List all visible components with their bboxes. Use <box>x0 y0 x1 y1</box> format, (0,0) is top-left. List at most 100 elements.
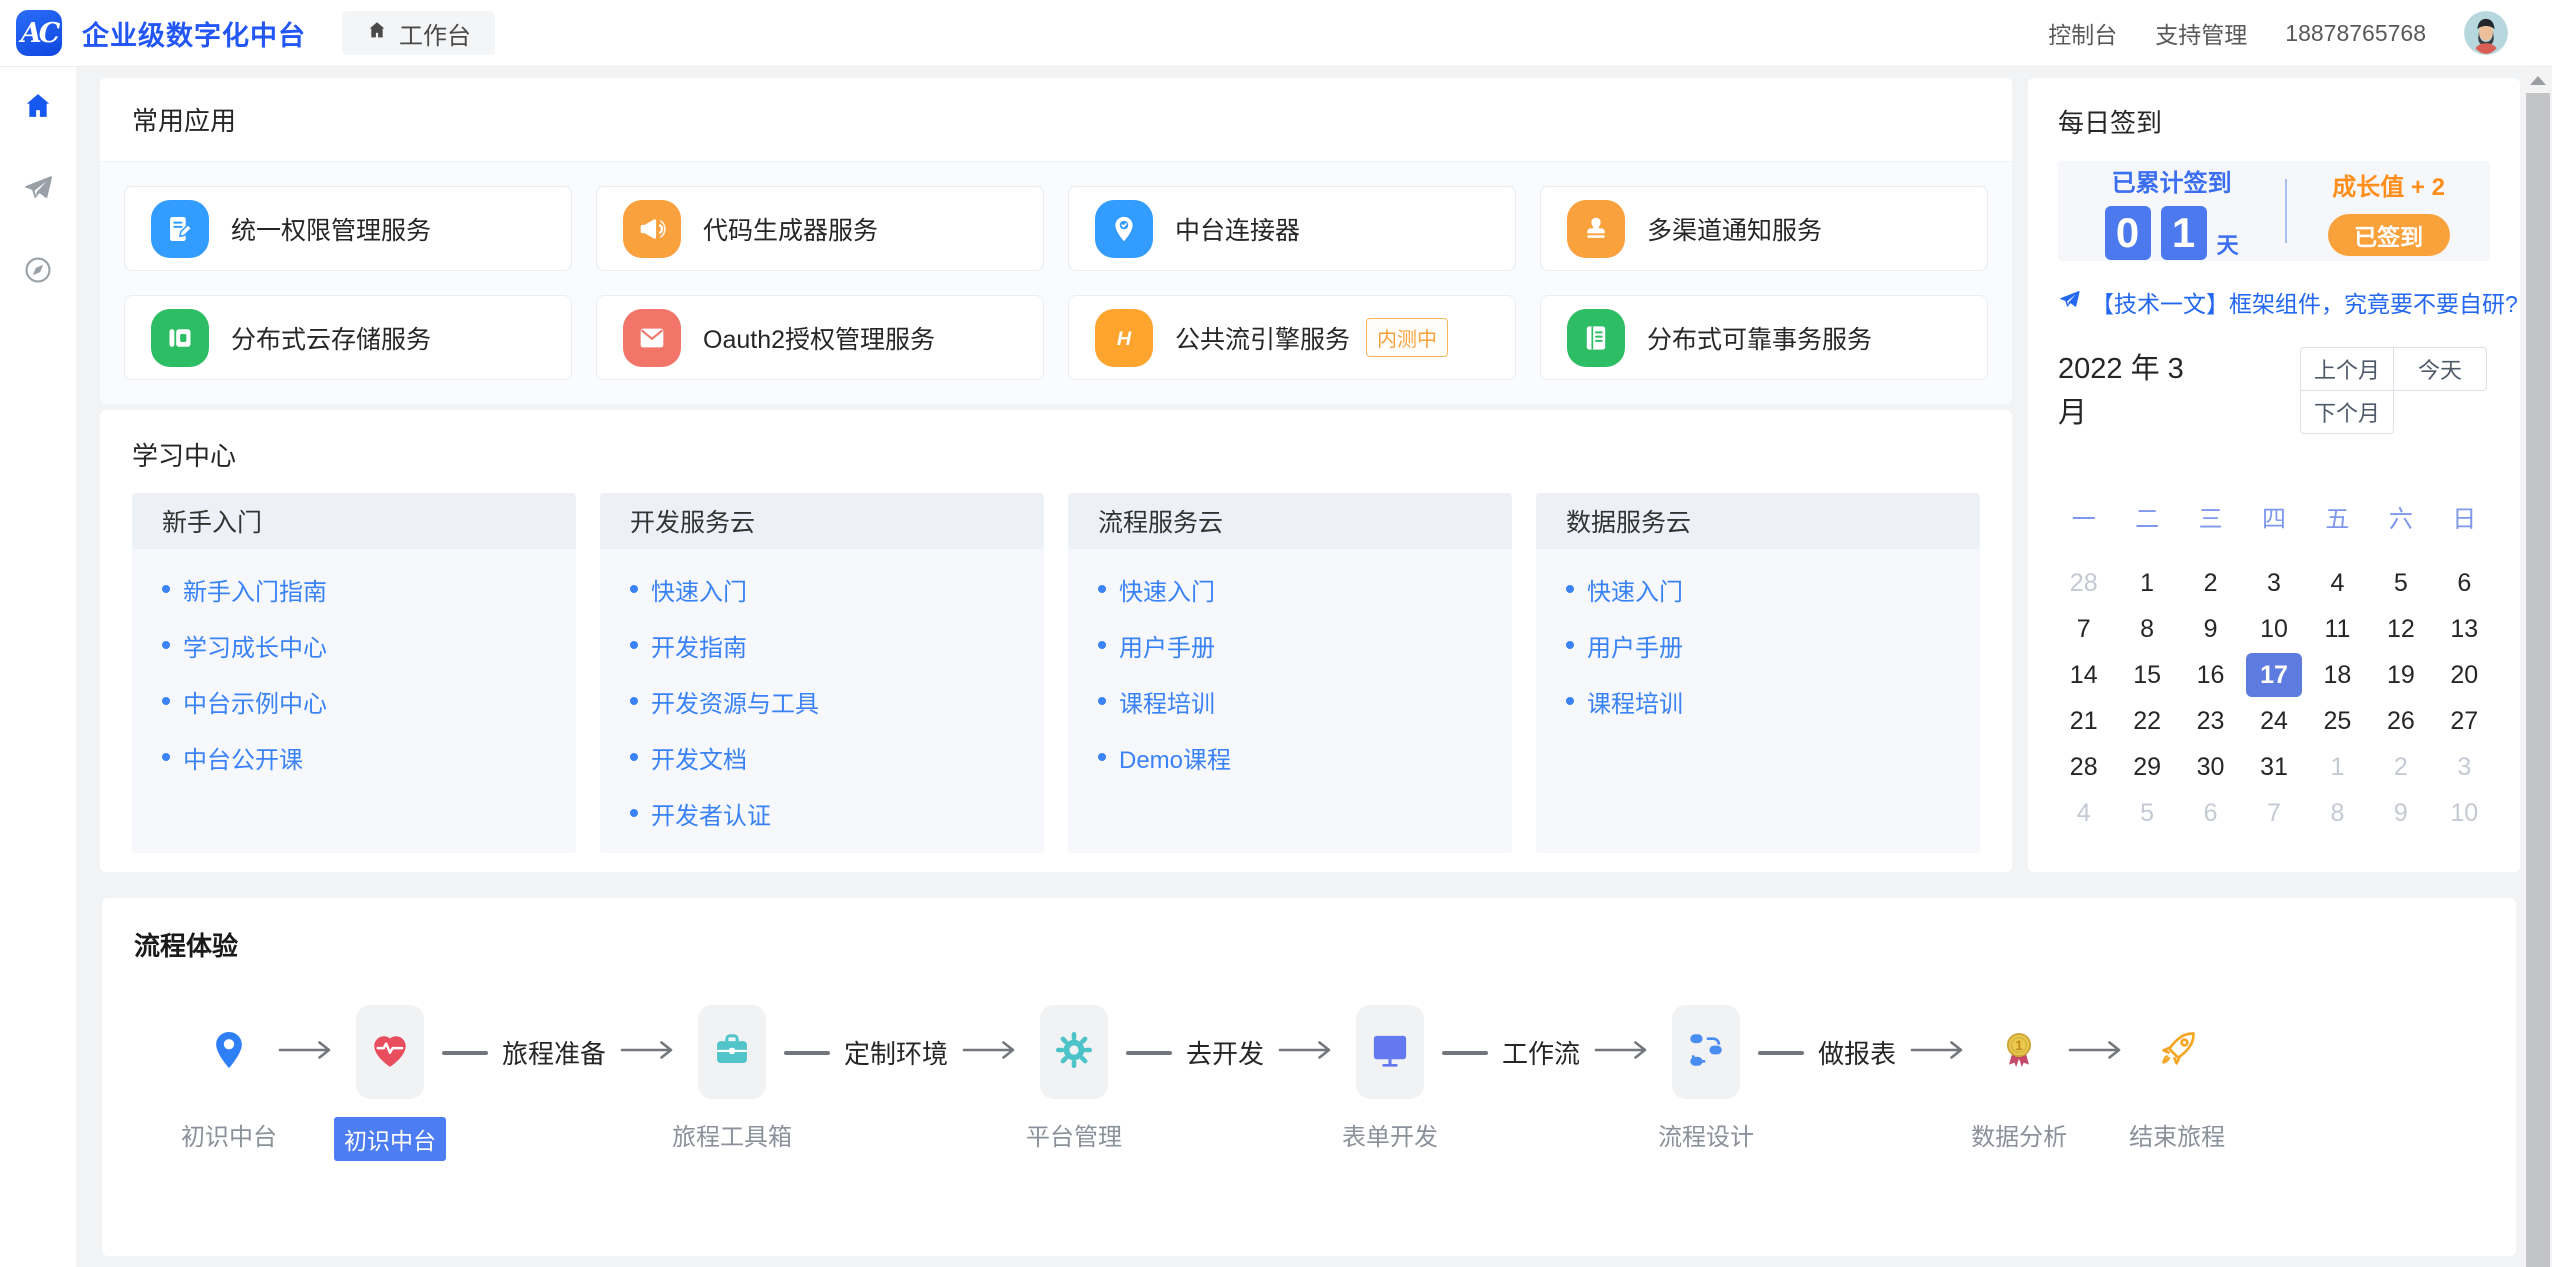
app-card[interactable]: H公共流引擎服务内测中 <box>1068 295 1516 380</box>
journey-step[interactable]: 旅程工具箱 <box>698 1005 766 1099</box>
calendar-day[interactable]: 9 <box>2179 606 2242 652</box>
app-card[interactable]: 分布式可靠事务服务 <box>1540 295 1988 380</box>
calendar-day[interactable]: 2 <box>2179 560 2242 606</box>
app-card[interactable]: 多渠道通知服务 <box>1540 186 1988 271</box>
calendar-day[interactable]: 8 <box>2306 790 2369 836</box>
journey-step[interactable]: 平台管理 <box>1040 1005 1108 1099</box>
flowchart-icon <box>1683 1027 1729 1078</box>
learning-link-label: 用户手册 <box>1119 628 1215 663</box>
learning-link[interactable]: 开发资源与工具 <box>630 673 1014 729</box>
scrollbar-thumb[interactable] <box>2526 93 2550 1267</box>
calendar-day[interactable]: 20 <box>2433 652 2496 698</box>
calendar-day[interactable]: 26 <box>2369 698 2432 744</box>
learning-link[interactable]: 课程培训 <box>1098 673 1482 729</box>
journey-connector-label: 去开发 <box>1186 1034 1264 1071</box>
learning-link[interactable]: 开发者认证 <box>630 785 1014 841</box>
calendar-day[interactable]: 11 <box>2306 606 2369 652</box>
calendar-day[interactable]: 2 <box>2369 744 2432 790</box>
calendar-day[interactable]: 7 <box>2242 790 2305 836</box>
calendar-day[interactable]: 21 <box>2052 698 2115 744</box>
calendar-day[interactable]: 25 <box>2306 698 2369 744</box>
journey-step[interactable]: 初识中台 <box>356 1005 424 1099</box>
calendar-day[interactable]: 1 <box>2306 744 2369 790</box>
journey-step[interactable]: 初识中台 <box>198 1005 260 1099</box>
calendar-day[interactable]: 4 <box>2052 790 2115 836</box>
bullet-icon <box>630 641 638 649</box>
calendar-day[interactable]: 19 <box>2369 652 2432 698</box>
signed-button[interactable]: 已签到 <box>2328 214 2450 256</box>
calendar-day[interactable]: 6 <box>2433 560 2496 606</box>
learning-link[interactable]: Demo课程 <box>1098 729 1482 785</box>
learning-link[interactable]: 快速入门 <box>630 561 1014 617</box>
journey-step[interactable]: 结束旅程 <box>2146 1005 2208 1099</box>
calendar-day[interactable]: 31 <box>2242 744 2305 790</box>
calendar-day[interactable]: 5 <box>2115 790 2178 836</box>
journey-step[interactable]: 1数据分析 <box>1988 1005 2050 1099</box>
calendar-day[interactable]: 27 <box>2433 698 2496 744</box>
learning-link[interactable]: 用户手册 <box>1566 617 1950 673</box>
calendar-day[interactable]: 13 <box>2433 606 2496 652</box>
learning-link[interactable]: 中台示例中心 <box>162 673 546 729</box>
prev-month-button[interactable]: 上个月 <box>2300 347 2394 391</box>
sidebar-item-home[interactable] <box>0 67 76 149</box>
app-card[interactable]: 分布式云存储服务 <box>124 295 572 380</box>
learning-link-label: 中台示例中心 <box>183 684 327 719</box>
learning-link[interactable]: 快速入门 <box>1098 561 1482 617</box>
calendar-day[interactable]: 24 <box>2242 698 2305 744</box>
calendar-day[interactable]: 17 <box>2242 652 2305 698</box>
calendar-day[interactable]: 14 <box>2052 652 2115 698</box>
arrow-icon <box>1594 1039 1654 1066</box>
learning-link[interactable]: 开发指南 <box>630 617 1014 673</box>
bullet-icon <box>1098 585 1106 593</box>
sidebar-item-paper-plane[interactable] <box>0 149 76 231</box>
briefcase-icon <box>709 1027 755 1078</box>
learning-column-title: 新手入门 <box>132 493 576 549</box>
next-month-button[interactable]: 下个月 <box>2300 390 2394 434</box>
today-button[interactable]: 今天 <box>2393 347 2487 391</box>
journey-step[interactable]: 流程设计 <box>1672 1005 1740 1099</box>
calendar-day[interactable]: 10 <box>2433 790 2496 836</box>
app-card[interactable]: Oauth2授权管理服务 <box>596 295 1044 380</box>
learning-link[interactable]: 开发文档 <box>630 729 1014 785</box>
scrollbar-up-arrow[interactable] <box>2524 67 2552 93</box>
calendar-day[interactable]: 3 <box>2242 560 2305 606</box>
calendar-day[interactable]: 28 <box>2052 744 2115 790</box>
calendar-day[interactable]: 15 <box>2115 652 2178 698</box>
learning-link[interactable]: 用户手册 <box>1098 617 1482 673</box>
nav-console[interactable]: 控制台 <box>2048 16 2117 50</box>
calendar-day[interactable]: 12 <box>2369 606 2432 652</box>
calendar-day[interactable]: 16 <box>2179 652 2242 698</box>
scrollbar[interactable] <box>2524 67 2552 1267</box>
calendar-day[interactable]: 7 <box>2052 606 2115 652</box>
learning-link[interactable]: 课程培训 <box>1566 673 1950 729</box>
nav-support[interactable]: 支持管理 <box>2155 16 2247 50</box>
journey-step[interactable]: 表单开发 <box>1356 1005 1424 1099</box>
calendar-day[interactable]: 3 <box>2433 744 2496 790</box>
calendar-day[interactable]: 18 <box>2306 652 2369 698</box>
article-link[interactable]: 【技术一文】框架组件，究竟要不要自研? <box>2058 285 2490 319</box>
calendar-day[interactable]: 8 <box>2115 606 2178 652</box>
calendar-day[interactable]: 23 <box>2179 698 2242 744</box>
calendar-day[interactable]: 9 <box>2369 790 2432 836</box>
learning-link[interactable]: 新手入门指南 <box>162 561 546 617</box>
app-card[interactable]: 统一权限管理服务 <box>124 186 572 271</box>
calendar-day[interactable]: 28 <box>2052 560 2115 606</box>
learning-link[interactable]: 中台公开课 <box>162 729 546 785</box>
calendar-day[interactable]: 6 <box>2179 790 2242 836</box>
section-daily-signin: 每日签到 已累计签到 01天 成长值 + 2 已签到 【技术一文】框架组件，究竟… <box>2028 78 2520 872</box>
calendar-day[interactable]: 29 <box>2115 744 2178 790</box>
calendar-day[interactable]: 10 <box>2242 606 2305 652</box>
app-card[interactable]: 中台连接器 <box>1068 186 1516 271</box>
avatar[interactable] <box>2464 11 2508 55</box>
calendar-day[interactable]: 1 <box>2115 560 2178 606</box>
section-title-learning: 学习中心 <box>100 410 2012 493</box>
calendar-day[interactable]: 5 <box>2369 560 2432 606</box>
sidebar-item-compass[interactable] <box>0 231 76 313</box>
learning-link[interactable]: 学习成长中心 <box>162 617 546 673</box>
calendar-day[interactable]: 22 <box>2115 698 2178 744</box>
app-card[interactable]: 代码生成器服务 <box>596 186 1044 271</box>
learning-link[interactable]: 快速入门 <box>1566 561 1950 617</box>
tab-workbench[interactable]: 工作台 <box>342 11 495 55</box>
calendar-day[interactable]: 4 <box>2306 560 2369 606</box>
calendar-day[interactable]: 30 <box>2179 744 2242 790</box>
